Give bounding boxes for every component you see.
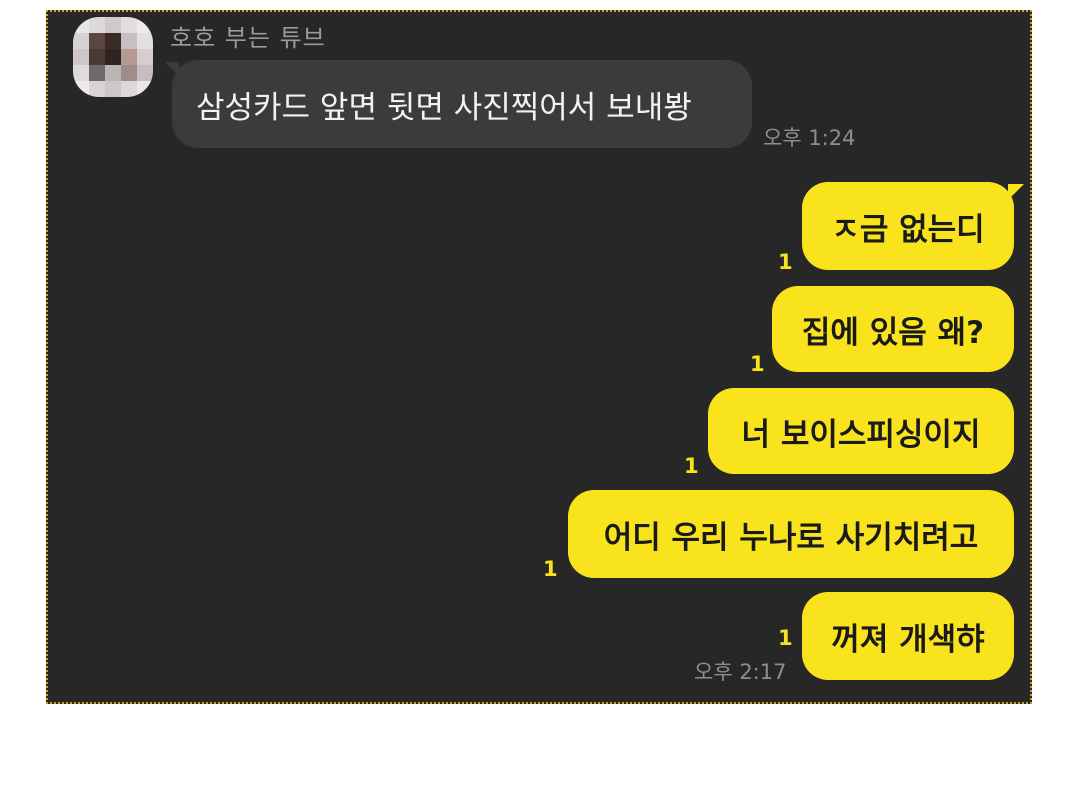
incoming-message-bubble[interactable]: 삼성카드 앞면 뒷면 사진찍어서 보내봥 [172, 60, 752, 148]
outgoing-message-text: ㅈ금 없는디 [831, 211, 985, 248]
outgoing-message-bubble[interactable]: ㅈ금 없는디 [802, 182, 1014, 270]
unread-count: 1 [543, 557, 558, 581]
outgoing-message-bubble[interactable]: 꺼져 개색햐 [802, 592, 1014, 680]
outgoing-message-text: 꺼져 개색햐 [831, 621, 985, 658]
outgoing-message-text: 너 보이스피싱이지 [741, 416, 981, 453]
sender-avatar[interactable] [73, 17, 153, 97]
unread-count: 1 [778, 250, 793, 274]
sender-name: 호호 부는 튜브 [170, 24, 326, 52]
unread-count: 1 [684, 454, 699, 478]
outgoing-message-text: 어디 우리 누나로 사기치려고 [603, 519, 979, 556]
outgoing-message-bubble[interactable]: 너 보이스피싱이지 [708, 388, 1014, 474]
outgoing-message-text: 집에 있음 왜? [801, 314, 985, 351]
unread-count: 1 [750, 352, 765, 376]
incoming-message-time: 오후 1:24 [763, 126, 856, 150]
unread-count: 1 [778, 626, 793, 650]
outgoing-message-bubble[interactable]: 집에 있음 왜? [772, 286, 1014, 372]
incoming-message-text: 삼성카드 앞면 뒷면 사진찍어서 보내봥 [196, 89, 692, 126]
outgoing-message-time: 오후 2:17 [694, 660, 787, 684]
chat-screenshot: 호호 부는 튜브 삼성카드 앞면 뒷면 사진찍어서 보내봥 오후 1:24 ㅈ금… [46, 10, 1032, 704]
outgoing-message-bubble[interactable]: 어디 우리 누나로 사기치려고 [568, 490, 1014, 578]
